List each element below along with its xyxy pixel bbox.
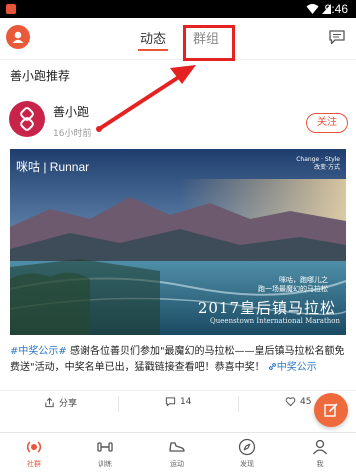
action-divider (238, 396, 239, 412)
post-hashtag[interactable]: #中奖公示# (10, 346, 67, 357)
post-body-text: #中奖公示# 感谢各位善贝们参加"最魔幻的马拉松——皇后镇马拉松名额免费送"活动… (10, 344, 350, 376)
post-link-label: 中奖公示 (276, 362, 317, 373)
heart-icon (285, 397, 296, 407)
comment-count: 14 (180, 396, 192, 407)
compose-button[interactable] (314, 393, 348, 427)
nav-label: 发现 (240, 460, 254, 468)
bottom-navigation: 社群 训练 运动 发现 我 (0, 432, 356, 475)
nav-label: 运动 (170, 460, 184, 468)
like-count: 45 (300, 396, 312, 407)
broadcast-icon (26, 441, 42, 453)
edit-icon (324, 403, 338, 417)
nav-item-exercise[interactable]: 运动 (152, 437, 202, 469)
nav-item-community[interactable]: 社群 (9, 437, 59, 469)
nav-item-discover[interactable]: 发现 (222, 437, 272, 469)
like-button[interactable]: 45 (285, 396, 311, 407)
share-label: 分享 (59, 399, 78, 409)
share-icon (45, 397, 54, 408)
person-icon (312, 439, 328, 455)
nav-label: 我 (316, 460, 324, 468)
nav-label: 训练 (98, 460, 112, 468)
nav-item-training[interactable]: 训练 (80, 437, 130, 469)
nav-item-me[interactable]: 我 (295, 437, 345, 469)
nav-label: 社群 (27, 460, 41, 468)
dumbbell-icon (97, 442, 113, 452)
post-action-bar: 分享 14 45 (0, 390, 356, 416)
share-button[interactable]: 分享 (44, 396, 77, 409)
comment-icon (165, 397, 176, 407)
post-link[interactable]: 中奖公示 (268, 362, 317, 373)
compass-icon (238, 438, 256, 456)
comment-button[interactable]: 14 (165, 396, 191, 407)
action-divider (118, 396, 119, 412)
shoe-icon (169, 442, 185, 452)
link-icon (268, 363, 276, 370)
